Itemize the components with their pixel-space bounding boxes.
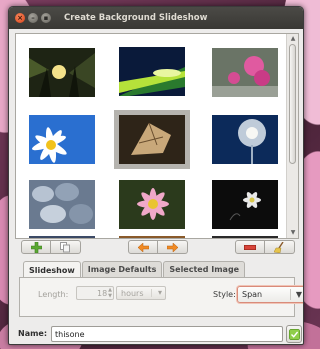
length-label: Length:	[38, 290, 69, 299]
move-left-button[interactable]	[128, 240, 158, 254]
image-gallery: ▲ ▼	[15, 33, 299, 239]
pink-flowers-thumbnail[interactable]	[212, 48, 278, 97]
plus-icon	[30, 241, 42, 253]
name-row: Name:	[9, 325, 303, 343]
pebbles-thumbnail[interactable]	[29, 180, 95, 229]
remove-image-button[interactable]	[235, 240, 265, 254]
copy-icon	[60, 241, 70, 252]
length-spinner[interactable]: 18 ▲ ▼	[76, 286, 114, 300]
white-daisy-thumbnail[interactable]	[29, 115, 95, 164]
scroll-up-icon[interactable]: ▲	[289, 35, 297, 43]
settings-tabs: Slideshow Image Defaults Selected Image	[23, 261, 246, 278]
maximize-window-button[interactable]: ▪	[41, 13, 51, 23]
tab-slideshow[interactable]: Slideshow	[23, 261, 81, 278]
gallery-scrollbar[interactable]: ▲ ▼	[286, 34, 298, 238]
close-window-button[interactable]: ×	[15, 13, 25, 23]
minus-icon	[244, 244, 256, 250]
titlebar: × – ▪ Create Background Slideshow	[9, 7, 303, 29]
style-combo[interactable]: Span ▼	[237, 286, 303, 303]
style-label: Style:	[213, 290, 236, 299]
partial-thumbnail	[29, 236, 95, 238]
broom-icon	[274, 241, 284, 253]
slideshow-name-input[interactable]	[51, 326, 283, 342]
name-label: Name:	[18, 329, 48, 338]
add-image-button[interactable]	[21, 240, 51, 254]
arrow-right-icon	[167, 242, 178, 252]
length-unit-value: hours	[121, 288, 144, 298]
tab-image-defaults[interactable]: Image Defaults	[81, 261, 163, 277]
duplicate-image-button[interactable]	[51, 240, 81, 254]
minimize-window-button[interactable]: –	[28, 13, 38, 23]
forest-sunlight-thumbnail[interactable]	[29, 48, 95, 97]
selected-thumbnail-frame	[114, 110, 190, 169]
length-value: 18	[97, 288, 108, 298]
scroll-down-icon[interactable]: ▼	[289, 229, 297, 237]
slideshow-dialog: × – ▪ Create Background Slideshow ▲ ▼ Sl…	[8, 6, 304, 345]
partial-thumbnail	[212, 236, 278, 238]
partial-thumbnail	[119, 236, 185, 238]
dandelion-thumbnail[interactable]	[212, 115, 278, 164]
slideshow-tab-panel: Length: 18 ▲ ▼ hours ▾ Style: Span ▼	[19, 277, 303, 317]
move-right-button[interactable]	[158, 240, 188, 254]
chevron-down-icon: ▾	[157, 288, 162, 297]
image-toolbar	[15, 240, 299, 254]
tab-selected-image[interactable]: Selected Image	[163, 261, 246, 277]
length-unit-combo[interactable]: hours ▾	[116, 286, 166, 300]
arrow-left-icon	[137, 242, 149, 252]
clear-images-button[interactable]	[265, 240, 295, 254]
style-value: Span	[242, 290, 263, 299]
checkmark-icon	[288, 328, 300, 340]
window-title: Create Background Slideshow	[64, 13, 208, 23]
confirm-button[interactable]	[286, 325, 302, 343]
spin-arrows-icon[interactable]: ▲ ▼	[108, 287, 112, 299]
chevron-down-icon: ▼	[295, 290, 302, 299]
scroll-thumb[interactable]	[289, 44, 296, 164]
green-light-tunnel-thumbnail[interactable]	[119, 47, 185, 96]
pink-daisy-thumbnail[interactable]	[119, 180, 185, 229]
white-flower-dark-thumbnail[interactable]	[212, 180, 278, 229]
